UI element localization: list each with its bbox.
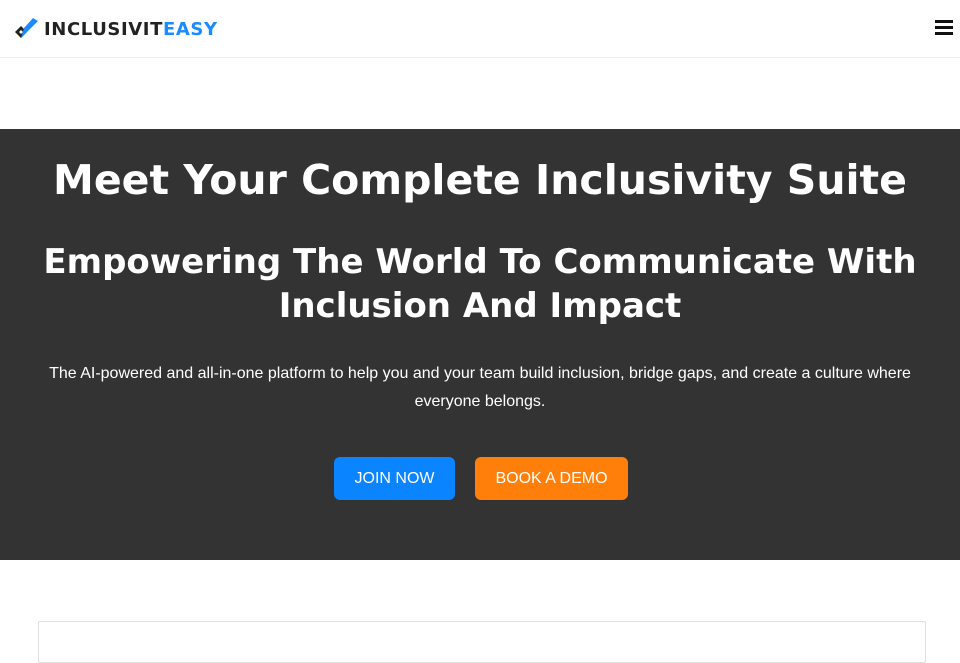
checkmark-diamond-logo-icon xyxy=(15,18,38,38)
brand-logo-link[interactable]: INCLUSIVITEASY xyxy=(14,17,218,43)
menu-bar-top xyxy=(935,20,953,23)
join-now-button[interactable]: JOIN NOW xyxy=(334,457,455,500)
content-card xyxy=(38,621,926,663)
brand-name: INCLUSIVITEASY xyxy=(44,17,218,43)
hamburger-menu-icon[interactable] xyxy=(934,18,954,38)
hero-description: The AI-powered and all-in-one platform t… xyxy=(49,365,911,410)
brand-name-accent: EASY xyxy=(162,19,218,40)
hero-title: Meet Your Complete Inclusivity Suite xyxy=(53,156,907,204)
menu-bar-bottom xyxy=(935,32,953,35)
brand-name-dark: INCLUSIVIT xyxy=(44,19,163,40)
site-header: INCLUSIVITEASY xyxy=(0,0,960,58)
hero-section: Meet Your Complete Inclusivity Suite Emp… xyxy=(0,129,960,560)
menu-bar-middle xyxy=(935,26,953,29)
book-demo-button[interactable]: BOOK A DEMO xyxy=(475,457,628,500)
hero-subtitle: Empowering The World To Communicate With… xyxy=(43,242,917,326)
